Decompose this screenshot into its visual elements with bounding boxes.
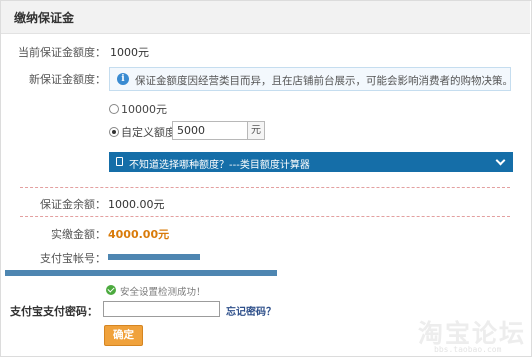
option-custom-label[interactable]: 自定义额度 xyxy=(121,124,176,140)
watermark-url: bbs.taobao.com xyxy=(434,345,502,354)
alipay-password-input[interactable] xyxy=(103,301,220,317)
radio-10000[interactable] xyxy=(109,104,119,114)
balance-label: 保证金余额： xyxy=(40,198,106,211)
alipay-password-label: 支付宝支付密码： xyxy=(10,305,98,318)
alipay-account-label: 支付宝帐号： xyxy=(40,252,106,265)
current-deposit-label: 当前保证金额度： xyxy=(18,46,106,59)
divider xyxy=(20,216,510,217)
panel-header: 缴纳保证金 xyxy=(1,1,530,34)
amount-unit: 元 xyxy=(248,121,265,140)
forgot-password-link[interactable]: 忘记密码？ xyxy=(226,303,276,318)
option-10000-label[interactable]: 10000元 xyxy=(121,101,167,117)
alipay-account-redacted xyxy=(108,254,200,260)
new-deposit-label: 新保证金额度： xyxy=(29,73,106,86)
page-title: 缴纳保证金 xyxy=(14,11,75,25)
actual-payment-value: 4000.00元 xyxy=(108,228,170,241)
deposit-calculator-bar[interactable]: 不知道选择哪种额度？---类目额度计算器 xyxy=(109,152,513,172)
balance-value: 1000.00元 xyxy=(108,198,165,211)
check-circle-icon xyxy=(106,285,116,295)
deposit-notice: i 保证金额度因经营类目而异，且在店铺前台展示，可能会影响消费者的购物决策。 xyxy=(109,67,513,91)
security-check-text: 安全设置检测成功！ xyxy=(120,287,206,298)
current-deposit-value: 1000元 xyxy=(110,46,149,59)
calculator-bar-text: 不知道选择哪种额度？---类目额度计算器 xyxy=(129,160,310,171)
confirm-button[interactable]: 确定 xyxy=(104,325,143,346)
radio-custom-amount[interactable] xyxy=(109,127,119,137)
calculator-icon xyxy=(116,157,123,166)
chevron-down-icon[interactable] xyxy=(495,155,506,166)
redaction-bar xyxy=(5,270,277,276)
custom-amount-input[interactable] xyxy=(172,121,248,140)
notice-text: 保证金额度因经营类目而异，且在店铺前台展示，可能会影响消费者的购物决策。 xyxy=(135,75,513,87)
actual-payment-label: 实缴金额： xyxy=(51,228,106,241)
info-icon: i xyxy=(117,73,129,85)
divider xyxy=(20,187,510,188)
